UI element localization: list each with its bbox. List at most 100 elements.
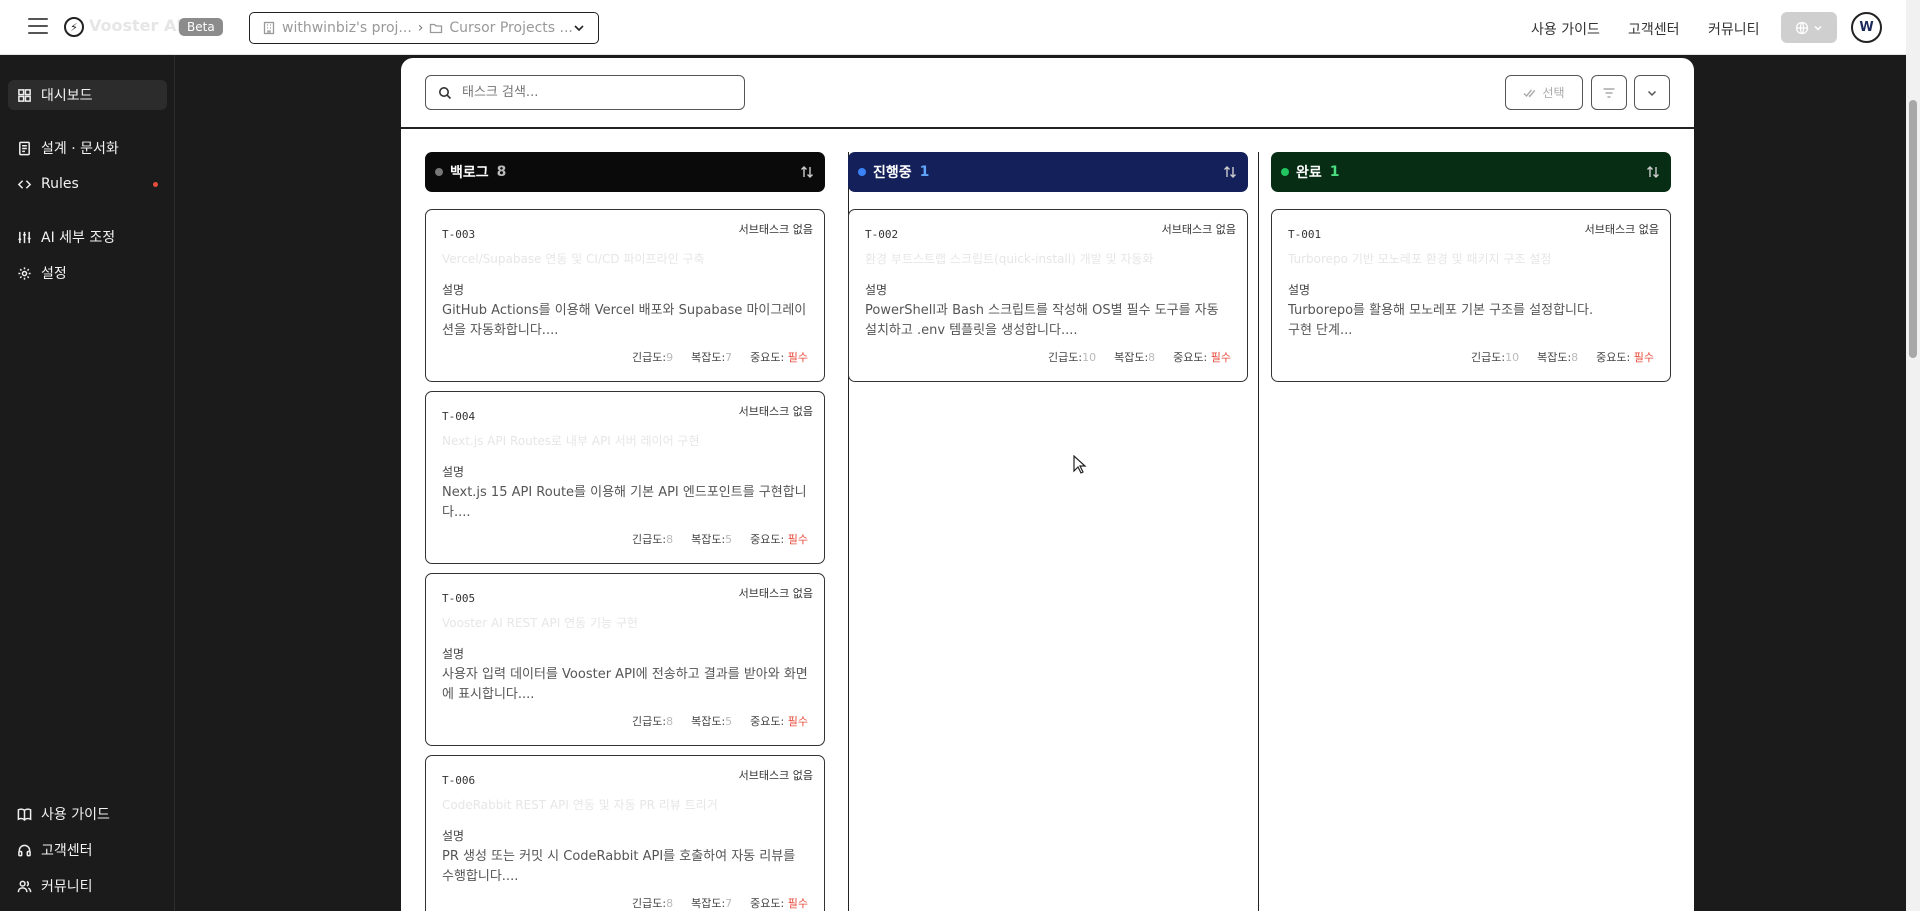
importance-value: 필수 bbox=[787, 351, 808, 364]
double-check-icon bbox=[1523, 89, 1536, 97]
status-dot bbox=[1281, 168, 1289, 176]
sort-icon[interactable] bbox=[1645, 164, 1661, 180]
task-search[interactable] bbox=[425, 75, 745, 110]
sliders-icon bbox=[18, 231, 31, 243]
task-card[interactable]: 서브태스크 없음 T-004 Next.js API Routes로 내부 API … bbox=[425, 391, 825, 564]
complexity-label: 복잡도: bbox=[1537, 351, 1572, 364]
search-input[interactable] bbox=[462, 85, 722, 100]
sidebar-item-support[interactable]: 고객센터 bbox=[8, 835, 167, 865]
scrollbar-thumb[interactable] bbox=[1909, 100, 1917, 358]
sort-icon[interactable] bbox=[1222, 164, 1238, 180]
importance-value: 필수 bbox=[787, 897, 808, 910]
subtask-status: 서브태스크 없음 bbox=[1161, 223, 1236, 236]
task-meta: 긴급도:10 복잡도:8 중요도: 필수 bbox=[1471, 349, 1654, 365]
chevron-down-icon[interactable] bbox=[572, 21, 586, 35]
mouse-cursor-icon bbox=[1073, 455, 1087, 474]
menu-icon[interactable] bbox=[28, 18, 48, 34]
complexity-label: 복잡도: bbox=[691, 351, 726, 364]
nav-support[interactable]: 고객센터 bbox=[1628, 19, 1680, 39]
urgency-label: 긴급도: bbox=[1471, 351, 1506, 364]
column-header-backlog: 백로그 8 bbox=[425, 152, 825, 192]
importance-value: 필수 bbox=[787, 715, 808, 728]
more-options-button[interactable] bbox=[1634, 75, 1670, 110]
urgency: 긴급도:8 bbox=[632, 531, 673, 547]
task-card[interactable]: 서브태스크 없음 T-002 환경 부트스트랩 스크립트(quick-install… bbox=[848, 209, 1248, 382]
scrollbar[interactable] bbox=[1906, 0, 1920, 911]
notification-dot bbox=[153, 182, 158, 187]
filter-button[interactable] bbox=[1591, 75, 1627, 110]
subtask-status: 서브태스크 없음 bbox=[738, 223, 813, 236]
urgency: 긴급도:10 bbox=[1471, 349, 1519, 365]
description-label: 설명 bbox=[442, 465, 465, 479]
logo-icon[interactable]: ⚡ bbox=[64, 17, 84, 37]
nav-community[interactable]: 커뮤니티 bbox=[1708, 19, 1760, 39]
complexity-value: 8 bbox=[1571, 351, 1579, 364]
importance: 중요도: 필수 bbox=[750, 895, 808, 911]
urgency-label: 긴급도: bbox=[632, 351, 667, 364]
gear-icon bbox=[18, 266, 31, 280]
avatar[interactable]: W bbox=[1851, 12, 1882, 43]
importance: 중요도: 필수 bbox=[750, 531, 808, 547]
task-description: PowerShell과 Bash 스크립트를 작성해 OS별 필수 도구를 자동… bbox=[865, 303, 1219, 338]
column-title: 진행중 bbox=[873, 165, 912, 181]
task-description: PR 생성 또는 커밋 시 CodeRabbit API를 호출하여 자동 리뷰… bbox=[442, 849, 796, 884]
chevron-down-icon bbox=[1814, 25, 1822, 31]
task-description: 사용자 입력 데이터를 Vooster API에 전송하고 결과를 받아와 화면… bbox=[442, 667, 808, 702]
urgency-value: 8 bbox=[666, 533, 674, 546]
complexity: 복잡도:7 bbox=[691, 349, 732, 365]
urgency-value: 8 bbox=[666, 897, 674, 910]
importance: 중요도: 필수 bbox=[750, 349, 808, 365]
complexity: 복잡도:8 bbox=[1114, 349, 1155, 365]
importance-value: 필수 bbox=[787, 533, 808, 546]
sidebar: 대시보드 설계 · 문서화 Rules AI 세부 조정 설정 사용 가이드 고… bbox=[0, 55, 175, 911]
urgency-label: 긴급도: bbox=[632, 897, 667, 910]
task-card[interactable]: 서브태스크 없음 T-005 Vooster AI REST API 연동 기능 구… bbox=[425, 573, 825, 746]
task-card[interactable]: 서브태스크 없음 T-006 CodeRabbit REST API 연동 및 자동… bbox=[425, 755, 825, 911]
sidebar-item-ai-tuning[interactable]: AI 세부 조정 bbox=[8, 222, 167, 252]
complexity: 복잡도:5 bbox=[691, 531, 732, 547]
code-icon bbox=[17, 179, 32, 189]
select-label: 선택 bbox=[1542, 86, 1565, 100]
select-button[interactable]: 선택 bbox=[1505, 75, 1583, 110]
urgency: 긴급도:8 bbox=[632, 713, 673, 729]
sidebar-item-settings[interactable]: 설정 bbox=[8, 258, 167, 288]
column-title: 완료 bbox=[1296, 165, 1322, 181]
complexity: 복잡도:8 bbox=[1537, 349, 1578, 365]
sidebar-item-label: 설계 · 문서화 bbox=[41, 141, 119, 157]
filter-icon bbox=[1603, 87, 1615, 98]
sidebar-item-label: 사용 가이드 bbox=[41, 807, 110, 823]
task-title: Vooster AI REST API 연동 기능 구현 bbox=[442, 616, 638, 630]
sidebar-item-rules[interactable]: Rules bbox=[8, 169, 167, 199]
task-title: Next.js API Routes로 내부 API 서버 레이어 구현 bbox=[442, 434, 700, 448]
task-description: Next.js 15 API Route를 이용해 기본 API 엔드포인트를 … bbox=[442, 485, 807, 520]
brand-name[interactable]: Vooster AI bbox=[89, 16, 182, 35]
task-meta: 긴급도:9 복잡도:7 중요도: 필수 bbox=[632, 349, 808, 365]
project-selector[interactable]: withwinbiz's proj... › Cursor Projects .… bbox=[249, 12, 599, 44]
sort-icon[interactable] bbox=[799, 164, 815, 180]
search-icon bbox=[439, 86, 452, 99]
urgency-value: 8 bbox=[666, 715, 674, 728]
breadcrumb-separator-icon: › bbox=[417, 20, 424, 36]
complexity-value: 8 bbox=[1148, 351, 1156, 364]
sidebar-item-community[interactable]: 커뮤니티 bbox=[8, 871, 167, 901]
sidebar-item-dashboard[interactable]: 대시보드 bbox=[8, 80, 167, 110]
description-label: 설명 bbox=[442, 647, 465, 661]
nav-guide[interactable]: 사용 가이드 bbox=[1531, 19, 1600, 39]
task-title: Turborepo 기반 모노레포 환경 및 패키지 구조 설정 bbox=[1288, 252, 1552, 266]
sidebar-item-label: 커뮤니티 bbox=[41, 879, 93, 895]
task-card[interactable]: 서브태스크 없음 T-001 Turborepo 기반 모노레포 환경 및 패키지 … bbox=[1271, 209, 1671, 382]
task-title: CodeRabbit REST API 연동 및 자동 PR 리뷰 트리거 bbox=[442, 798, 718, 812]
top-bar: ⚡ Vooster AI Beta withwinbiz's proj... ›… bbox=[0, 0, 1906, 55]
urgency-label: 긴급도: bbox=[632, 533, 667, 546]
sidebar-item-guide[interactable]: 사용 가이드 bbox=[8, 799, 167, 829]
language-selector[interactable] bbox=[1781, 12, 1837, 43]
sidebar-item-label: 고객센터 bbox=[41, 843, 93, 859]
subtask-status: 서브태스크 없음 bbox=[1584, 223, 1659, 236]
task-card[interactable]: 서브태스크 없음 T-003 Vercel/Supabase 연동 및 CI/CD … bbox=[425, 209, 825, 382]
importance-label: 중요도: bbox=[750, 897, 785, 910]
column-header-in-progress: 진행중 1 bbox=[848, 152, 1248, 192]
sidebar-item-docs[interactable]: 설계 · 문서화 bbox=[8, 133, 167, 163]
task-meta: 긴급도:8 복잡도:5 중요도: 필수 bbox=[632, 531, 808, 547]
chevron-down-icon bbox=[1647, 90, 1657, 96]
globe-icon bbox=[1795, 21, 1809, 34]
